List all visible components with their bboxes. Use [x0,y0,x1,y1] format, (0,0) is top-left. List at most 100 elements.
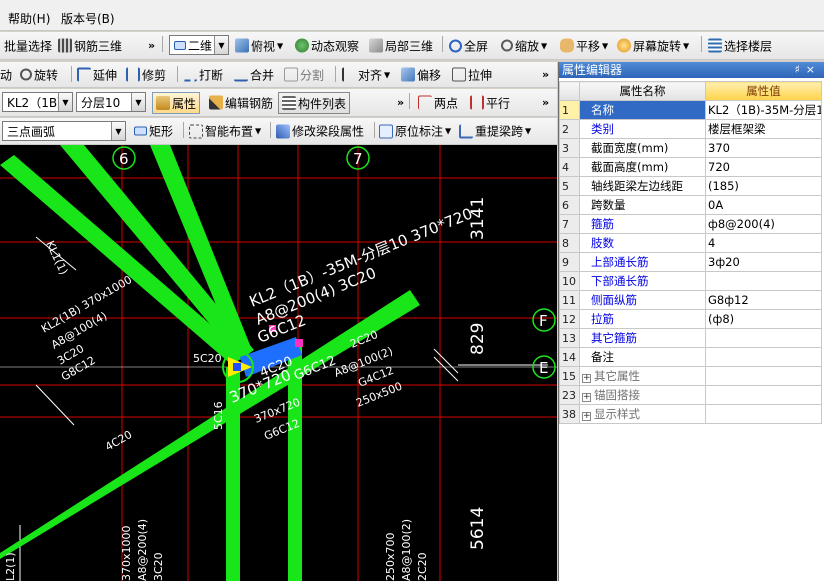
properties-button[interactable]: 属性 [152,92,201,114]
property-name: 跨数量 [579,195,706,215]
original-label-button[interactable]: 原位标注 ▼ [379,123,451,140]
property-value[interactable]: G8ф12 [705,290,822,310]
property-name: 肢数 [579,233,706,253]
property-row[interactable]: 2 类别 楼层框架梁 [559,119,822,139]
property-value[interactable]: 720 [705,157,822,177]
pan-button[interactable]: 平移 ▼ [560,37,608,54]
property-row[interactable]: 13 其它箍筋 [559,328,822,348]
batch-select-button[interactable]: 批量选择 [4,37,52,54]
property-value[interactable]: (ф8) [705,309,822,329]
select-floor-button[interactable]: 选择楼层 [708,37,772,54]
property-row[interactable]: 14 备注 [559,347,822,367]
property-row[interactable]: 11 侧面纵筋 G8ф12 [559,290,822,310]
break-icon [183,68,197,82]
property-value[interactable] [705,347,822,367]
property-value[interactable]: 楼层框架梁 [705,119,822,139]
menu-help[interactable]: 帮助(H) [8,10,50,27]
top-view-button[interactable]: 俯视 ▼ [235,37,283,54]
expand-icon[interactable]: + [582,393,591,402]
rectangle-button[interactable]: 矩形 [134,123,173,140]
chevron-down-icon: ▼ [58,93,72,111]
property-row[interactable]: 38 + 显示样式 [559,404,822,424]
component-list-button[interactable]: 构件列表 [278,92,351,114]
property-row[interactable]: 6 跨数量 0A [559,195,822,215]
expand-icon[interactable]: + [582,374,591,383]
rectangle-icon [134,126,147,136]
expand-icon[interactable]: + [582,412,591,421]
fullscreen-button[interactable]: 全屏 [449,37,488,54]
property-value[interactable]: KL2（1B)-35M-分层1 [705,100,822,120]
property-row[interactable]: 10 下部通长筋 [559,271,822,291]
break-button[interactable]: 打断 [183,66,223,83]
row-number: 5 [559,176,580,196]
smart-layout-button[interactable]: 智能布置 ▼ [189,123,261,140]
property-value[interactable] [705,328,822,348]
property-value[interactable]: 3ф20 [705,252,822,272]
rotate-button[interactable]: 旋转 [20,66,58,83]
merge-button[interactable]: 合并 [234,66,274,83]
property-row[interactable]: 1 名称 KL2（1B)-35M-分层1 [559,100,822,120]
parallel-button[interactable]: 平行 [470,94,510,111]
property-value[interactable] [705,385,822,405]
split-button[interactable]: 分割 [284,66,324,83]
stretch-button[interactable]: 拉伸 [452,66,492,83]
menu-version[interactable]: 版本号(B) [61,10,115,27]
local-3d-button[interactable]: 局部三维 [369,37,433,54]
drawing-canvas[interactable]: 6 7 F E 3141 829 5614 KL2（1B）-35M-分层10 3… [0,145,557,581]
property-value[interactable] [705,404,822,424]
toolbar-overflow-chevron[interactable]: » [397,95,404,108]
property-value[interactable] [705,271,822,291]
toolbar-overflow-chevron[interactable]: » [542,67,549,80]
property-value[interactable]: 0A [705,195,822,215]
rebar-3d-icon [58,38,72,53]
property-value[interactable]: ф8@200(4) [705,214,822,234]
zoom-icon [501,39,513,52]
property-value[interactable]: 4 [705,233,822,253]
property-row[interactable]: 15 + 其它属性 [559,366,822,386]
label-250x700: 250x700 [384,532,397,581]
toolbar-overflow-chevron[interactable]: » [148,38,155,51]
view-2d-icon [174,40,186,50]
reextract-span-button[interactable]: 重提梁跨 ▼ [459,123,531,140]
property-row[interactable]: 4 截面高度(mm) 720 [559,157,822,177]
trim-button[interactable]: 修剪 [126,66,166,83]
draw-mode-select[interactable]: 三点画弧 ▼ [2,121,126,141]
edit-rebar-button[interactable]: 编辑钢筋 [209,94,273,111]
rebar-3d-button[interactable]: 钢筋三维 [58,37,122,54]
property-row[interactable]: 23 + 锚固搭接 [559,385,822,405]
move-button[interactable]: 动 [0,66,12,83]
component-select[interactable]: KL2（1B） ▼ [2,92,73,112]
row-number: 2 [559,119,580,139]
pin-icon[interactable]: ♯ [794,63,805,76]
property-value[interactable]: (185) [705,176,822,196]
toolbar-overflow-chevron[interactable]: » [542,95,549,108]
property-row[interactable]: 5 轴线距梁左边线距 (185) [559,176,822,196]
row-number: 13 [559,328,580,348]
property-row[interactable]: 9 上部通长筋 3ф20 [559,252,822,272]
align-button[interactable]: 对齐 ▼ [342,66,390,83]
screen-rotate-button[interactable]: 屏幕旋转 ▼ [617,37,689,54]
zoom-button[interactable]: 缩放 ▼ [501,37,547,54]
property-row[interactable]: 12 拉筋 (ф8) [559,309,822,329]
label-bottom-bar: 4C20 [103,428,134,454]
two-points-button[interactable]: 两点 [418,94,458,111]
property-value[interactable] [705,366,822,386]
component-toolbar: KL2（1B） ▼ 分层10 ▼ 属性 编辑钢筋 构件列表 » 两点 平行 » [0,89,557,117]
layer-select[interactable]: 分层10 ▼ [76,92,146,112]
extend-button[interactable]: 延伸 [77,66,117,83]
offset-button[interactable]: 偏移 [401,66,441,83]
close-icon[interactable]: × [806,63,821,76]
split-icon [284,67,298,82]
property-table: 属性名称 属性值 1 名称 KL2（1B)-35M-分层1 2 类别 楼层框架梁 3 截面宽度… [559,81,822,424]
view-mode-select[interactable]: 二维 ▼ [169,35,229,55]
label-2c20-bottom: 2C20 [416,552,429,581]
modify-segment-button[interactable]: 修改梁段属性 [276,123,364,140]
property-row[interactable]: 3 截面宽度(mm) 370 [559,138,822,158]
property-row[interactable]: 8 肢数 4 [559,233,822,253]
header-name: 属性名称 [579,81,706,101]
dynamic-observe-button[interactable]: 动态观察 [295,37,359,54]
property-row[interactable]: 7 箍筋 ф8@200(4) [559,214,822,234]
draw-toolbar: 三点画弧 ▼ 矩形 智能布置 ▼ 修改梁段属性 原位标注 ▼ 重提梁跨 ▼ [0,118,557,145]
dim-829: 829 [468,323,488,355]
property-value[interactable]: 370 [705,138,822,158]
